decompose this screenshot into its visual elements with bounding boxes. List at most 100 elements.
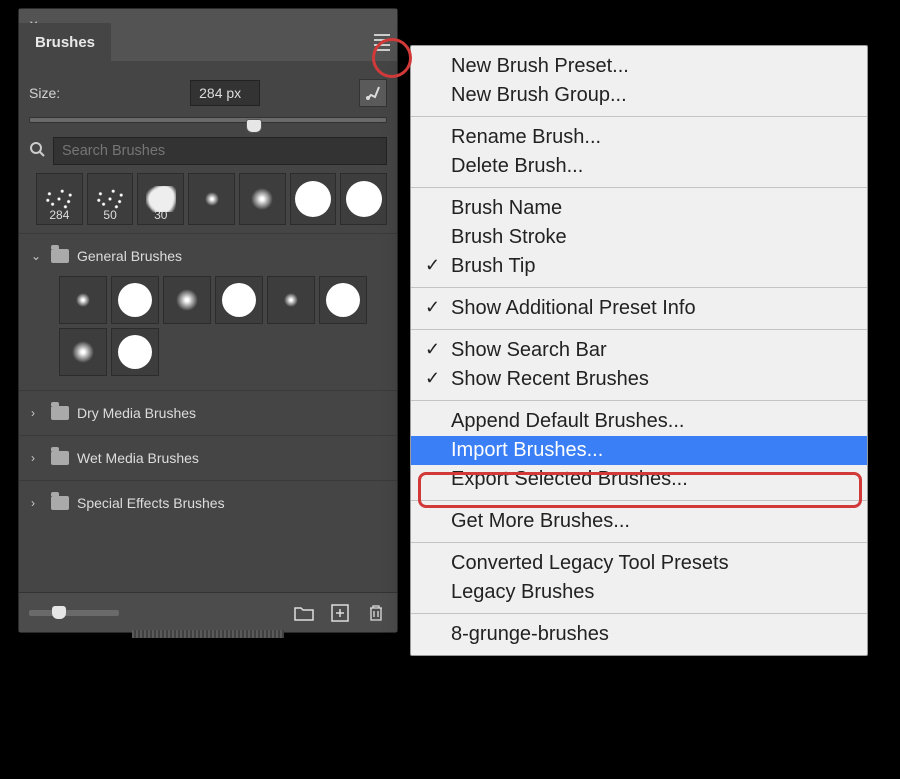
menu-item-label: New Brush Group... [451,84,627,106]
panel-menu-button[interactable] [369,29,395,55]
menu-separator [411,329,867,330]
menu-item-label: New Brush Preset... [451,55,629,77]
size-row: Size: [19,61,397,113]
tab-label: Brushes [35,34,95,51]
brush-icon [365,85,381,101]
folder-icon [51,406,69,420]
menu-item-label: Export Selected Brushes... [451,468,688,490]
menu-item[interactable]: New Brush Preset... [411,52,867,81]
menu-item[interactable]: Brush Name [411,194,867,223]
brush-preset[interactable] [59,328,107,376]
menu-item-label: Show Recent Brushes [451,368,649,390]
menu-item[interactable]: Get More Brushes... [411,507,867,536]
menu-item[interactable]: Import Brushes... [411,436,867,465]
menu-item-label: Brush Tip [451,255,535,277]
hamburger-icon [374,34,390,51]
menu-item[interactable]: Legacy Brushes [411,578,867,607]
check-icon: ✓ [425,339,440,360]
menu-item-label: Show Search Bar [451,339,607,361]
menu-item-label: Get More Brushes... [451,510,630,532]
tab-brushes[interactable]: Brushes [19,23,111,61]
brush-preset[interactable] [319,276,367,324]
menu-item[interactable]: New Brush Group... [411,81,867,110]
brush-size-label: 284 [49,208,69,222]
chevron-right-icon: › [31,406,43,420]
recent-brush[interactable] [290,173,337,225]
menu-item[interactable]: ✓ Show Recent Brushes [411,365,867,394]
search-input[interactable] [53,137,387,165]
slider-thumb[interactable] [246,119,262,133]
recent-brush[interactable] [239,173,286,225]
brush-preset[interactable] [163,276,211,324]
group-label: General Brushes [77,248,182,264]
menu-item[interactable]: Append Default Brushes... [411,407,867,436]
menu-item[interactable]: Rename Brush... [411,123,867,152]
group-header[interactable]: ⌄General Brushes [19,240,397,272]
check-icon: ✓ [425,255,440,276]
menu-item-label: Brush Stroke [451,226,567,248]
menu-separator [411,613,867,614]
menu-item[interactable]: ✓ Show Search Bar [411,336,867,365]
recent-brush[interactable]: 50 [87,173,134,225]
menu-item[interactable]: Delete Brush... [411,152,867,181]
search-row [19,131,397,173]
menu-item[interactable]: 8-grunge-brushes [411,620,867,649]
menu-separator [411,116,867,117]
size-input[interactable] [190,80,260,106]
menu-item-label: Legacy Brushes [451,581,594,603]
brush-preview-toggle[interactable] [359,79,387,107]
size-label: Size: [29,85,60,101]
recent-brush[interactable]: 30 [137,173,184,225]
new-icon[interactable] [329,602,351,624]
menu-item[interactable]: ✓Show Additional Preset Info [411,294,867,323]
recent-brushes: 284 50 30 [19,173,397,233]
menu-item[interactable]: Brush Stroke [411,223,867,252]
menu-item-label: Brush Name [451,197,562,219]
check-icon: ✓ [425,368,440,389]
brushes-panel: × ‹‹ Brushes Size: [18,8,398,633]
trash-icon[interactable] [365,602,387,624]
panel-context-menu: New Brush Preset... New Brush Group... Ren… [410,45,868,656]
brush-group: › Dry Media Brushes [19,390,397,435]
brush-preset[interactable] [59,276,107,324]
group-header[interactable]: ›Wet Media Brushes [19,442,397,474]
group-header[interactable]: › Dry Media Brushes [19,397,397,429]
brush-group: ›Special Effects Brushes [19,480,397,525]
folder-icon[interactable] [293,602,315,624]
menu-item-label: Converted Legacy Tool Presets [451,552,729,574]
group-label: Dry Media Brushes [77,405,196,421]
brush-preset[interactable] [267,276,315,324]
menu-separator [411,400,867,401]
recent-brush[interactable] [188,173,235,225]
menu-separator [411,500,867,501]
search-icon [29,141,45,162]
brush-preset[interactable] [215,276,263,324]
resize-grip[interactable] [132,630,283,638]
menu-item[interactable]: Converted Legacy Tool Presets [411,549,867,578]
menu-item-label: Rename Brush... [451,126,601,148]
chevron-right-icon: › [31,451,43,465]
group-header[interactable]: ›Special Effects Brushes [19,487,397,519]
brush-grid [19,272,397,384]
zoom-slider[interactable] [29,610,119,616]
recent-brush[interactable] [340,173,387,225]
menu-item[interactable]: Export Selected Brushes... [411,465,867,494]
menu-separator [411,287,867,288]
check-icon: ✓ [425,297,440,318]
recent-brush[interactable]: 284 [36,173,83,225]
menu-item-label: Delete Brush... [451,155,583,177]
menu-item[interactable]: ✓ Brush Tip [411,252,867,281]
menu-item-label: Append Default Brushes... [451,410,684,432]
folder-icon [51,451,69,465]
panel-footer [19,592,397,632]
brush-preset[interactable] [111,328,159,376]
menu-item-label: Import Brushes... [451,439,603,461]
brush-size-label: 30 [154,208,167,222]
tab-bar: Brushes [19,23,397,61]
panel-topbar: × ‹‹ [19,9,397,23]
size-slider[interactable] [19,113,397,131]
brush-preset[interactable] [111,276,159,324]
folder-icon [51,249,69,263]
menu-separator [411,187,867,188]
panel-body: Size: 284 50 30 ⌄General Brushes › Dry Media… [19,61,397,632]
